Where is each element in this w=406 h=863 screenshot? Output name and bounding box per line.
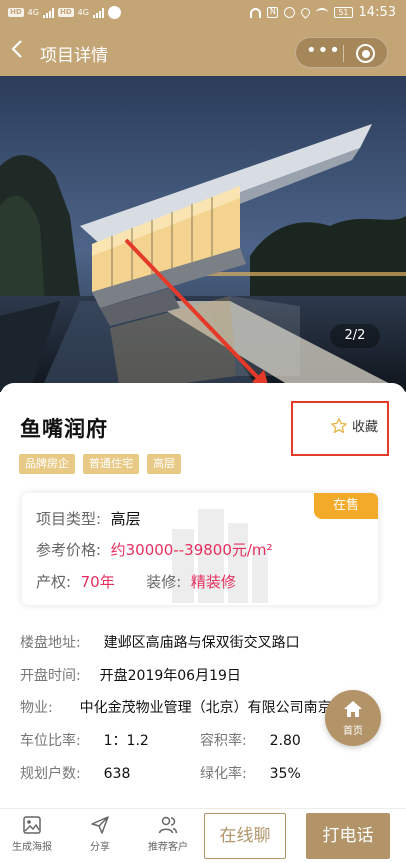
address-value: 建邺区高庙路与保双街交叉路口 xyxy=(103,635,300,651)
share-button[interactable]: 分享 xyxy=(70,815,130,853)
parking-label: 车位比率: xyxy=(20,733,81,749)
wifi-icon xyxy=(316,8,329,17)
recommend-label: 推荐客户 xyxy=(148,842,188,853)
network-label: 4G xyxy=(27,8,39,17)
paper-plane-icon xyxy=(91,816,109,834)
image-icon xyxy=(23,816,41,834)
signal-icon-2 xyxy=(92,7,104,18)
share-label: 分享 xyxy=(90,842,110,853)
hd-chip: HD xyxy=(8,8,24,17)
green-rate-value: 35% xyxy=(269,766,301,782)
wechat-status-icon xyxy=(107,6,121,19)
users-icon xyxy=(158,816,178,834)
households-value: 638 xyxy=(103,766,131,782)
property-right-value: 70年 xyxy=(80,573,115,591)
plot-ratio-value: 2.80 xyxy=(269,733,301,749)
open-date-row: 开盘时间: 开盘2019年06月19日 xyxy=(20,665,241,685)
online-chat-button[interactable]: 在线聊 xyxy=(204,813,286,859)
status-badge: 在售 xyxy=(314,493,378,519)
green-rate-label: 绿化率: xyxy=(200,766,247,782)
price-label: 参考价格: xyxy=(36,541,102,559)
more-dots-icon[interactable]: ••• xyxy=(306,42,340,64)
house-icon xyxy=(344,701,362,717)
decoration-label: 装修: xyxy=(146,573,182,591)
clock-time: 14:53 xyxy=(358,5,396,20)
nfc-icon: N xyxy=(267,7,279,18)
back-button[interactable] xyxy=(10,38,30,66)
alarm-icon xyxy=(284,7,296,18)
capsule-divider xyxy=(343,45,344,62)
bottom-bar: 生成海报 分享 推荐客户 在线聊 打电话 xyxy=(0,808,406,863)
type-row: 项目类型: 高层 xyxy=(36,508,141,529)
hero-image[interactable]: 2/2 xyxy=(0,76,406,392)
nav-bar: 项目详情 ••• xyxy=(0,28,406,76)
parking-row: 车位比率: 1：1.2 xyxy=(20,730,149,750)
signal-icon xyxy=(42,7,54,18)
hd-chip-2: HD xyxy=(57,8,74,17)
image-counter: 2/2 xyxy=(330,324,380,348)
target-circle-icon[interactable] xyxy=(356,44,375,63)
info-box: 在售 项目类型: 高层 参考价格: 约30000--39800元/m² 产权: … xyxy=(22,493,378,605)
tag: 高层 xyxy=(147,454,181,474)
call-button[interactable]: 打电话 xyxy=(306,813,390,859)
decoration-value: 精装修 xyxy=(190,573,236,591)
property-mgmt-label: 物业: xyxy=(20,700,53,716)
open-date-label: 开盘时间: xyxy=(20,668,81,684)
type-value: 高层 xyxy=(110,510,141,528)
right-decoration-row: 产权: 70年 装修: 精装修 xyxy=(36,571,236,592)
parking-value: 1：1.2 xyxy=(103,733,149,749)
home-label: 首页 xyxy=(343,726,363,737)
status-left: HD 4G HD 4G xyxy=(8,6,121,19)
tag: 普通住宅 xyxy=(83,454,139,474)
poster-label: 生成海报 xyxy=(12,842,52,853)
plot-ratio-label: 容积率: xyxy=(200,733,247,749)
green-rate-row: 绿化率: 35% xyxy=(200,763,301,783)
recommend-client-button[interactable]: 推荐客户 xyxy=(138,815,198,853)
battery-icon: 51 xyxy=(334,7,353,18)
property-right-label: 产权: xyxy=(36,573,72,591)
property-mgmt-value: 中化金茂物业管理（北京）有限公司南京分 xyxy=(79,700,346,716)
price-row: 参考价格: 约30000--39800元/m² xyxy=(36,539,273,560)
project-card: 鱼嘴润府 收藏 品牌房企 普通住宅 高层 在售 项目类型: 高层 参考价格: 约… xyxy=(0,383,406,813)
type-label: 项目类型: xyxy=(36,510,102,528)
households-row: 规划户数: 638 xyxy=(20,763,130,783)
price-value: 约30000--39800元/m² xyxy=(110,541,273,559)
status-right: N 51 14:53 xyxy=(250,5,396,20)
status-bar: HD 4G HD 4G N 51 14:53 xyxy=(0,0,406,28)
miniprogram-capsule: ••• xyxy=(295,37,388,68)
plot-ratio-row: 容积率: 2.80 xyxy=(200,730,301,750)
annotation-box xyxy=(291,401,389,456)
open-date-value: 开盘2019年06月19日 xyxy=(99,668,241,684)
address-label: 楼盘地址: xyxy=(20,635,81,651)
generate-poster-button[interactable]: 生成海报 xyxy=(2,815,62,853)
households-label: 规划户数: xyxy=(20,766,81,782)
chevron-left-icon xyxy=(11,40,22,58)
project-name: 鱼嘴润府 xyxy=(20,417,108,441)
headphone-icon xyxy=(250,7,262,18)
location-icon xyxy=(299,6,313,19)
tag: 品牌房企 xyxy=(19,454,75,474)
page-title: 项目详情 xyxy=(40,46,108,66)
address-row: 楼盘地址: 建邺区高庙路与保双街交叉路口 xyxy=(20,632,300,652)
home-button[interactable]: 首页 xyxy=(325,690,381,746)
tag-list: 品牌房企 普通住宅 高层 xyxy=(19,454,181,474)
network-label-2: 4G xyxy=(77,8,89,17)
